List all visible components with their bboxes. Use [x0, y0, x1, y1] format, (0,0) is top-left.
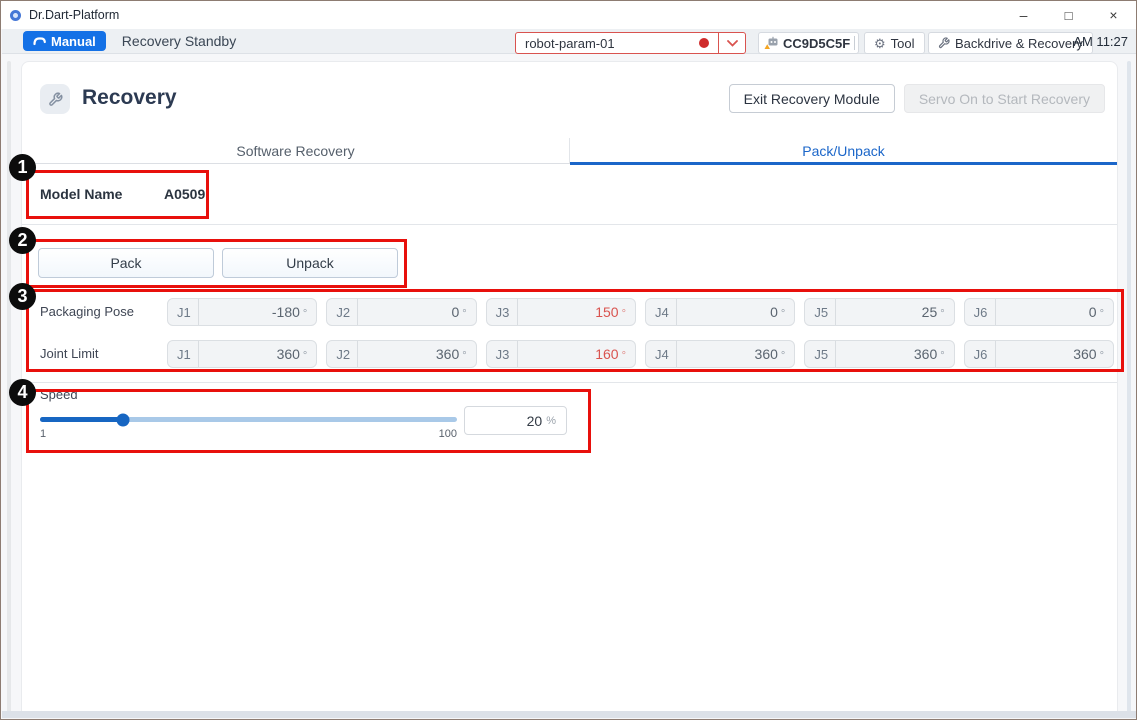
app-window: Dr.Dart-Platform – □ × Manual Recovery S… [0, 0, 1137, 720]
backdrive-button-label: Backdrive & Recovery [955, 36, 1083, 51]
packaging-pose-label: Packaging Pose [40, 304, 134, 319]
wrench-icon [40, 84, 70, 114]
joint-name: J3 [487, 299, 518, 325]
joint-name: J2 [327, 299, 358, 325]
minimize-button[interactable]: – [1001, 1, 1046, 29]
section-divider [22, 224, 1117, 225]
joint-field-j3[interactable]: J3 150° [486, 298, 636, 326]
chevron-down-icon[interactable] [719, 33, 745, 53]
recovery-panel: Recovery Exit Recovery Module Servo On t… [21, 61, 1118, 714]
toolbar-divider [854, 36, 855, 50]
joint-name: J4 [646, 341, 677, 367]
joint-field-j4[interactable]: J4 360° [645, 340, 795, 368]
speed-slider-fill [40, 417, 123, 422]
speed-max-label: 100 [427, 428, 457, 440]
speed-unit: % [546, 415, 556, 427]
speed-value-input[interactable]: 20 % [464, 406, 567, 435]
gear-icon: ⚙ [874, 37, 886, 50]
joint-value: 360° [836, 346, 953, 362]
section-divider [22, 382, 1117, 383]
joint-value: 25° [836, 304, 953, 320]
pack-actions: Pack Unpack [38, 248, 398, 278]
joint-field-j5[interactable]: J5 360° [804, 340, 954, 368]
joint-field-j1[interactable]: J1 -180° [167, 298, 317, 326]
joint-field-j2[interactable]: J2 0° [326, 298, 476, 326]
joint-value: 150° [518, 304, 635, 320]
speed-slider-handle[interactable] [117, 413, 130, 426]
joint-field-j6[interactable]: J6 0° [964, 298, 1114, 326]
left-scrollbar[interactable] [7, 61, 11, 713]
joint-value: 0° [996, 304, 1113, 320]
manual-mode-label: Manual [51, 34, 96, 49]
joint-name: J6 [965, 341, 996, 367]
joint-limit-label: Joint Limit [40, 346, 99, 361]
app-logo-icon [10, 10, 21, 21]
joint-name: J1 [168, 341, 199, 367]
tool-button-label: Tool [891, 36, 915, 51]
tab-bar: Software Recovery Pack/Unpack [22, 138, 1117, 164]
joint-name: J2 [327, 341, 358, 367]
alert-dot-icon [699, 38, 709, 48]
clock-display: AM 11:27 [1073, 29, 1128, 54]
robot-id-text: CC9D5C5F [783, 36, 850, 51]
joint-field-j2[interactable]: J2 360° [326, 340, 476, 368]
maximize-button[interactable]: □ [1046, 1, 1091, 29]
bottom-strip [2, 711, 1137, 718]
tab-software-recovery[interactable]: Software Recovery [22, 138, 569, 163]
manual-mode-button[interactable]: Manual [23, 31, 106, 51]
robot-id-badge[interactable]: CC9D5C5F [758, 32, 859, 54]
joint-field-j6[interactable]: J6 360° [964, 340, 1114, 368]
joint-field-j3[interactable]: J3 160° [486, 340, 636, 368]
servo-on-button[interactable]: Servo On to Start Recovery [904, 84, 1105, 113]
joint-name: J4 [646, 299, 677, 325]
robot-warning-icon [764, 36, 779, 50]
speed-label: Speed [40, 387, 78, 402]
top-toolbar: Manual Recovery Standby robot-param-01 [2, 29, 1137, 54]
joint-value: 0° [677, 304, 794, 320]
window-title: Dr.Dart-Platform [29, 8, 119, 22]
joint-name: J1 [168, 299, 199, 325]
joint-field-j1[interactable]: J1 360° [167, 340, 317, 368]
joint-value: 360° [358, 346, 475, 362]
joint-field-j5[interactable]: J5 25° [804, 298, 954, 326]
backdrive-recovery-button[interactable]: Backdrive & Recovery [928, 32, 1093, 54]
joint-name: J3 [487, 341, 518, 367]
right-scrollbar[interactable] [1127, 61, 1131, 713]
close-button[interactable]: × [1091, 1, 1136, 29]
joint-value: 360° [996, 346, 1113, 362]
tool-button[interactable]: ⚙ Tool [864, 32, 925, 54]
joint-value: 360° [199, 346, 316, 362]
title-bar: Dr.Dart-Platform – □ × [1, 1, 1136, 29]
joint-value: 360° [677, 346, 794, 362]
tab-pack-unpack[interactable]: Pack/Unpack [569, 138, 1117, 163]
joint-name: J6 [965, 299, 996, 325]
joint-limit-row: Joint Limit J1 360° J2 360° J3 160° J4 3… [22, 340, 1117, 368]
joint-value: 0° [358, 304, 475, 320]
packaging-pose-row: Packaging Pose J1 -180° J2 0° J3 150° J4… [22, 298, 1117, 326]
robot-param-dropdown[interactable]: robot-param-01 [515, 32, 746, 54]
pack-button[interactable]: Pack [38, 248, 214, 278]
model-name-value: A0509 [164, 186, 205, 202]
speed-min-label: 1 [40, 428, 46, 440]
joint-name: J5 [805, 299, 836, 325]
joint-field-j4[interactable]: J4 0° [645, 298, 795, 326]
model-name-row: Model Name A0509 [40, 164, 205, 224]
exit-recovery-module-button[interactable]: Exit Recovery Module [729, 84, 895, 113]
robot-status-label: Recovery Standby [122, 33, 236, 49]
unpack-button[interactable]: Unpack [222, 248, 398, 278]
joint-value: -180° [199, 304, 316, 320]
manual-hand-icon [33, 36, 46, 46]
joint-name: J5 [805, 341, 836, 367]
page-title: Recovery [82, 86, 177, 110]
joint-value: 160° [518, 346, 635, 362]
speed-slider[interactable] [40, 417, 457, 422]
wrench-icon [938, 37, 950, 49]
robot-param-value: robot-param-01 [525, 36, 615, 51]
speed-value: 20 [527, 413, 543, 429]
model-name-label: Model Name [40, 186, 164, 202]
